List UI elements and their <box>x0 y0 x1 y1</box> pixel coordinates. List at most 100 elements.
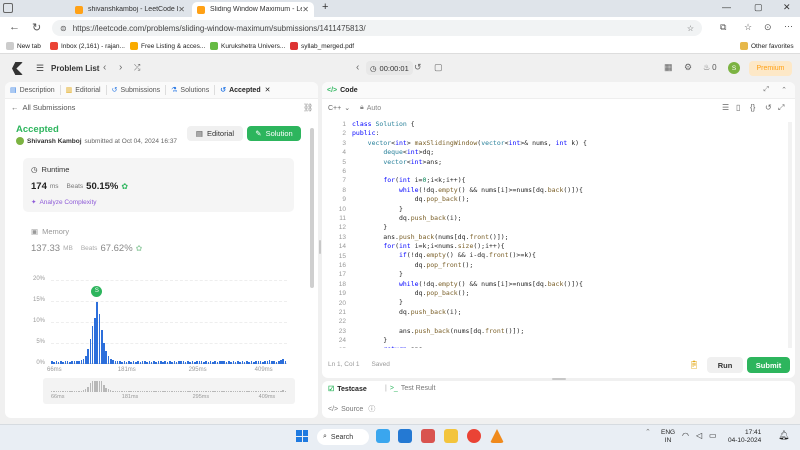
collapse-icon[interactable]: ⌃ <box>781 86 787 94</box>
browser-tab-profile[interactable]: shivanshkamboj - LeetCode Profi ✕ <box>70 2 190 17</box>
note-icon[interactable]: ▢ <box>434 62 443 73</box>
your-submission-marker[interactable]: S <box>91 285 103 297</box>
analyze-complexity-link[interactable]: ✦ Analyze Complexity <box>31 198 97 207</box>
layout-grid-icon[interactable]: ▦ <box>664 62 673 73</box>
memory-header[interactable]: ▣ Memory <box>31 227 69 236</box>
premium-button[interactable]: Premium <box>749 61 792 76</box>
tab-accepted[interactable]: ↺ Accepted ✕ <box>215 82 275 99</box>
mini-bar <box>273 391 275 392</box>
all-submissions-link[interactable]: ← All Submissions <box>11 103 75 112</box>
format-icon[interactable]: ☰ <box>722 103 729 112</box>
leetcode-logo-icon[interactable] <box>12 62 23 75</box>
site-info-icon[interactable]: ⊜ <box>60 24 67 33</box>
tab-description[interactable]: ▤ Description <box>5 82 60 99</box>
tray-expand-icon[interactable]: ⌃ <box>645 428 651 436</box>
panel-resize-handle-h[interactable] <box>552 378 566 380</box>
runtime-card[interactable]: ◷ Runtime 174 ms Beats 50.15% ✿ ✦ Analyze … <box>23 158 294 212</box>
bookmark-star-icon[interactable]: ☆ <box>687 24 694 33</box>
bookmark-free-listing[interactable]: Free Listing & acces... <box>130 42 205 50</box>
mini-x-tick-label: 409ms <box>258 394 276 400</box>
tab-editorial[interactable]: ▥ Editorial <box>61 82 106 99</box>
battery-icon[interactable]: ▭ <box>709 431 717 440</box>
auto-mode[interactable]: 🔒︎ Auto <box>360 104 381 112</box>
prev-problem-icon[interactable]: ‹ <box>103 62 106 73</box>
taskbar-search[interactable]: ⌕ Search <box>317 429 369 445</box>
profile-icon[interactable]: ⊙ <box>764 22 772 33</box>
clock[interactable]: 17:41 04-10-2024 <box>728 429 761 445</box>
fullscreen-icon[interactable]: ⤢ <box>778 103 784 113</box>
app-icon[interactable] <box>421 429 435 443</box>
tab-testcase[interactable]: ☑ Testcase <box>328 385 367 394</box>
favorites-icon[interactable]: ☆ <box>744 22 752 33</box>
code-editor[interactable]: 1234567891011121314151617181920212223242… <box>322 120 786 348</box>
reset-code-icon[interactable]: ↺ <box>765 103 772 112</box>
reload-icon[interactable]: ↻ <box>32 21 41 34</box>
help-icon[interactable]: ⓘ <box>368 404 375 414</box>
wifi-icon[interactable]: ◠ <box>682 431 689 440</box>
tab-solutions[interactable]: ⚗ Solutions <box>166 82 214 99</box>
bookmark-new-tab[interactable]: New tab <box>6 42 41 50</box>
windows-start-icon[interactable] <box>296 430 308 442</box>
maximize-window-button[interactable]: ▢ <box>754 2 763 13</box>
shuffle-icon[interactable]: ⤮ <box>134 63 140 73</box>
close-window-button[interactable]: ✕ <box>783 2 791 13</box>
mini-bar <box>110 390 112 392</box>
minimize-window-button[interactable]: — <box>722 2 731 12</box>
bookmark-syllab[interactable]: syllab_merged.pdf <box>290 42 354 50</box>
coins-counter[interactable]: ♨ 0 <box>703 63 717 72</box>
timer[interactable]: ◷ 00:00:01 <box>366 61 413 75</box>
settings-gear-icon[interactable]: ⚙ <box>684 62 692 73</box>
chrome-icon[interactable] <box>467 429 481 443</box>
browser-tab-active[interactable]: Sliding Window Maximum - Leetc ✕ <box>192 2 314 17</box>
submit-button[interactable]: Submit <box>747 357 790 373</box>
tab-code[interactable]: </> Code <box>322 82 363 99</box>
notifications-icon[interactable]: 🔔︎ <box>778 430 789 441</box>
clipboard-icon[interactable]: 📋︎ <box>689 360 699 369</box>
user-name[interactable]: Shivansh Kamboj <box>27 138 82 145</box>
problem-list-link[interactable]: Problem List <box>51 64 99 73</box>
volume-icon[interactable]: ◁ <box>696 431 702 440</box>
bookmark-other-favorites[interactable]: Other favorites <box>740 42 794 50</box>
braces-icon[interactable]: {} <box>750 103 755 112</box>
reset-timer-icon[interactable]: ↺ <box>414 62 422 73</box>
run-button[interactable]: Run <box>707 357 743 373</box>
panel-resize-handle[interactable] <box>319 240 321 254</box>
back-arrow-icon[interactable]: ← <box>9 21 20 33</box>
left-panel-scrollbar[interactable] <box>310 128 314 288</box>
extensions-icon[interactable]: ⧉ <box>720 22 726 33</box>
runtime-distribution-chart[interactable]: 20% 15% 10% 5% 0% S 66ms 181ms 295ms 409ms 66ms… <box>23 274 295 404</box>
tab-submissions[interactable]: ↺ Submissions <box>107 82 166 99</box>
copilot-icon[interactable] <box>376 429 390 443</box>
bookmark-inbox[interactable]: Inbox (2,161) - rajan... <box>50 42 125 50</box>
line-number: 12 <box>338 224 346 232</box>
editorial-button[interactable]: ▤ Editorial <box>187 126 243 141</box>
close-tab-icon[interactable]: ✕ <box>178 5 185 14</box>
tab-actions-icon[interactable] <box>3 3 13 13</box>
user-avatar[interactable] <box>16 137 24 145</box>
vscode-icon[interactable] <box>398 429 412 443</box>
next-problem-icon[interactable]: › <box>119 62 122 73</box>
bookmark-icon[interactable]: ▯ <box>736 103 740 112</box>
expand-icon[interactable]: ⤢ <box>764 86 770 94</box>
new-tab-button[interactable]: + <box>322 1 328 13</box>
close-tab-icon[interactable]: ✕ <box>265 86 271 94</box>
search-icon: ⌕ <box>323 433 327 440</box>
url-field[interactable]: ⊜ https://leetcode.com/problems/sliding-… <box>52 20 702 36</box>
language-select[interactable]: C++ ⌄ <box>328 104 350 113</box>
avatar[interactable]: S <box>728 62 740 74</box>
history-icon: ↺ <box>220 87 227 94</box>
range-brush[interactable]: 66ms 181ms 295ms 409ms <box>43 378 295 404</box>
close-tab-icon[interactable]: ✕ <box>302 5 309 14</box>
language-indicator[interactable]: ENG IN <box>661 429 675 445</box>
solution-button[interactable]: ✎ Solution <box>247 126 301 141</box>
share-link-icon[interactable]: ⛓ <box>303 103 313 112</box>
distribution-bar[interactable] <box>284 360 287 364</box>
file-explorer-icon[interactable] <box>444 429 458 443</box>
bookmark-kuk[interactable]: Kurukshetra Univers... <box>210 42 285 50</box>
menu-icon[interactable]: ⋯ <box>784 21 793 32</box>
clock-time: 17:41 <box>744 429 762 436</box>
tab-source[interactable]: </> Source ⓘ <box>328 404 375 414</box>
editor-scrollbar[interactable] <box>788 122 792 348</box>
timer-left-icon[interactable]: ‹ <box>356 62 359 73</box>
tab-test-result[interactable]: | >_ Test Result <box>385 385 435 392</box>
